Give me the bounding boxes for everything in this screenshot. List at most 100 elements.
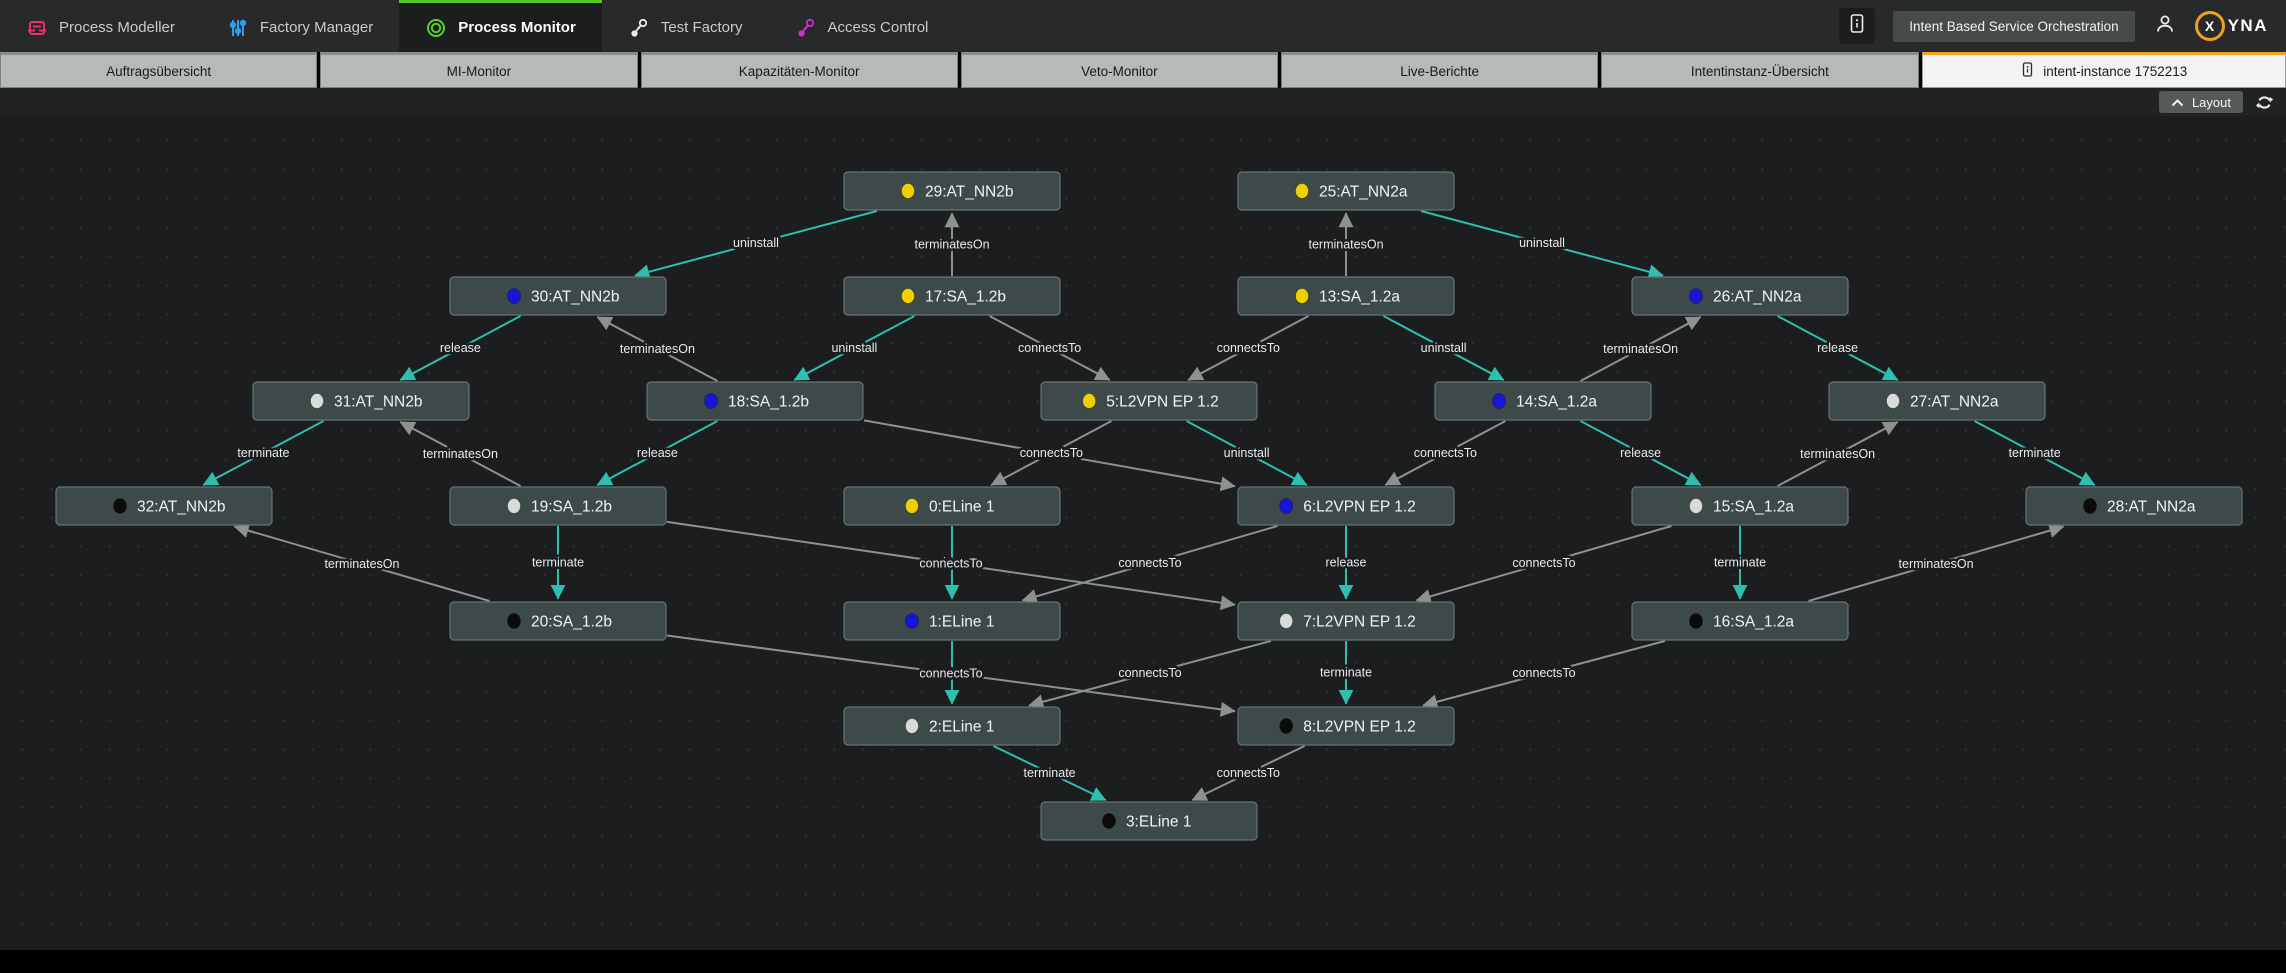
node-label: 18:SA_1.2b — [728, 394, 809, 411]
graph-node-3[interactable]: 3:ELine 1 — [1041, 802, 1257, 840]
graph-node-16[interactable]: 16:SA_1.2a — [1632, 602, 1848, 640]
nav-item-process-modeller[interactable]: Process Modeller — [0, 0, 201, 52]
graph-node-29[interactable]: 29:AT_NN2b — [844, 172, 1060, 210]
status-dot-yellow — [905, 499, 918, 514]
monitor-tab-bar: Auftragsübersicht MI-Monitor Kapazitäten… — [0, 52, 2286, 88]
graph-node-31[interactable]: 31:AT_NN2b — [253, 382, 469, 420]
graph-node-27[interactable]: 27:AT_NN2a — [1829, 382, 2045, 420]
graph-edge-label: release — [1326, 556, 1367, 570]
graph-node-32[interactable]: 32:AT_NN2b — [56, 487, 272, 525]
graph-toolbar: Layout — [0, 88, 2286, 116]
status-dot-gray — [1690, 499, 1703, 514]
person-icon — [2153, 12, 2177, 41]
status-dot-blue — [508, 289, 521, 304]
node-layer: 29:AT_NN2b 25:AT_NN2a 30:AT_NN2b 17:SA_1.2b… — [56, 172, 2242, 840]
graph-edge-label: uninstall — [1224, 446, 1270, 460]
graph-node-0[interactable]: 0:ELine 1 — [844, 487, 1060, 525]
node-label: 14:SA_1.2a — [1516, 394, 1597, 411]
top-nav: Process Modeller Factory Manager Process… — [0, 0, 2286, 52]
graph-edge-label: release — [637, 446, 678, 460]
graph-node-6[interactable]: 6:L2VPN EP 1.2 — [1238, 487, 1454, 525]
nav-item-label: Access Control — [828, 19, 929, 36]
graph-node-20[interactable]: 20:SA_1.2b — [450, 602, 666, 640]
node-label: 32:AT_NN2b — [137, 499, 225, 516]
node-label: 1:ELine 1 — [929, 614, 995, 631]
graph-edge-label: terminatesOn — [620, 342, 695, 356]
status-dot-yellow — [902, 184, 915, 199]
tab-label: Auftragsübersicht — [106, 64, 211, 79]
tab-kapazitaeten-monitor[interactable]: Kapazitäten-Monitor — [641, 52, 958, 88]
graph-edge-label: terminate — [1024, 766, 1076, 780]
tab-auftragsuebersicht[interactable]: Auftragsübersicht — [0, 52, 317, 88]
status-dot-black — [114, 499, 127, 514]
graph-edge-label: terminatesOn — [1308, 238, 1383, 252]
graph-edge-label: connectsTo — [919, 556, 982, 570]
app-switcher-button[interactable]: Intent Based Service Orchestration — [1893, 11, 2134, 42]
graph-edge-label: uninstall — [1421, 341, 1467, 355]
tab-label: Veto-Monitor — [1081, 64, 1158, 79]
info-panel-button[interactable] — [1839, 8, 1875, 44]
graph-edge-label: connectsTo — [1512, 666, 1575, 680]
graph-node-1[interactable]: 1:ELine 1 — [844, 602, 1060, 640]
tab-veto-monitor[interactable]: Veto-Monitor — [961, 52, 1278, 88]
graph-node-2[interactable]: 2:ELine 1 — [844, 707, 1060, 745]
nav-item-factory-manager[interactable]: Factory Manager — [201, 0, 399, 52]
graph-edge-label: terminatesOn — [1800, 447, 1875, 461]
graph-node-13[interactable]: 13:SA_1.2a — [1238, 277, 1454, 315]
graph-node-15[interactable]: 15:SA_1.2a — [1632, 487, 1848, 525]
node-label: 3:ELine 1 — [1126, 814, 1192, 831]
graph-edge-label: terminatesOn — [1899, 557, 1974, 571]
graph-node-30[interactable]: 30:AT_NN2b — [450, 277, 666, 315]
graph-canvas[interactable]: 29:AT_NN2b 25:AT_NN2a 30:AT_NN2b 17:SA_1.2b… — [0, 116, 2286, 950]
tab-mi-monitor[interactable]: MI-Monitor — [320, 52, 637, 88]
node-label: 0:ELine 1 — [929, 499, 995, 516]
graph-edge-label: terminate — [237, 446, 289, 460]
graph-edge-label: connectsTo — [1414, 446, 1477, 460]
tab-intent-instance[interactable]: intent-instance 1752213 — [1922, 52, 2286, 88]
layout-button[interactable]: Layout — [2159, 91, 2243, 113]
graph-node-25[interactable]: 25:AT_NN2a — [1238, 172, 1454, 210]
graph-node-19[interactable]: 19:SA_1.2b — [450, 487, 666, 525]
node-label: 19:SA_1.2b — [531, 499, 612, 516]
tab-live-berichte[interactable]: Live-Berichte — [1281, 52, 1598, 88]
graph-node-8[interactable]: 8:L2VPN EP 1.2 — [1238, 707, 1454, 745]
node-label: 16:SA_1.2a — [1713, 614, 1794, 631]
status-dot-blue — [905, 614, 918, 629]
status-dot-yellow — [1083, 394, 1096, 409]
graph-node-5[interactable]: 5:L2VPN EP 1.2 — [1041, 382, 1257, 420]
graph-node-28[interactable]: 28:AT_NN2a — [2026, 487, 2242, 525]
status-dot-blue — [1690, 289, 1703, 304]
xyna-logo-text: YNA — [2228, 16, 2268, 36]
graph-node-26[interactable]: 26:AT_NN2a — [1632, 277, 1848, 315]
graph-edge-label: terminatesOn — [914, 238, 989, 252]
nav-item-access-control[interactable]: Access Control — [769, 0, 955, 52]
status-dot-black — [1102, 814, 1115, 829]
user-account-button[interactable] — [2153, 12, 2177, 41]
status-dot-black — [1690, 614, 1703, 629]
nav-item-test-factory[interactable]: Test Factory — [602, 0, 769, 52]
refresh-icon[interactable] — [2255, 93, 2274, 112]
graph-edge-label: terminate — [2009, 446, 2061, 460]
status-dot-black — [1280, 719, 1293, 734]
node-label: 7:L2VPN EP 1.2 — [1303, 614, 1416, 631]
node-label: 20:SA_1.2b — [531, 614, 612, 631]
tab-label: Intentinstanz-Übersicht — [1691, 64, 1829, 79]
graph-node-17[interactable]: 17:SA_1.2b — [844, 277, 1060, 315]
graph-edge-label: uninstall — [1519, 236, 1565, 250]
graph-edge-label: terminatesOn — [423, 447, 498, 461]
process-modeller-icon — [26, 17, 48, 39]
node-label: 6:L2VPN EP 1.2 — [1303, 499, 1416, 516]
process-monitor-icon — [425, 17, 447, 39]
tab-intentinstanz-uebersicht[interactable]: Intentinstanz-Übersicht — [1601, 52, 1918, 88]
node-label: 31:AT_NN2b — [334, 394, 422, 411]
factory-manager-icon — [227, 17, 249, 39]
graph-node-7[interactable]: 7:L2VPN EP 1.2 — [1238, 602, 1454, 640]
status-dot-yellow — [1296, 289, 1309, 304]
graph-node-18[interactable]: 18:SA_1.2b — [647, 382, 863, 420]
nav-item-process-monitor[interactable]: Process Monitor — [399, 0, 602, 52]
graph-edge-label: release — [1620, 446, 1661, 460]
status-dot-gray — [1887, 394, 1900, 409]
status-dot-black — [508, 614, 521, 629]
chevron-up-icon — [2171, 95, 2184, 110]
graph-node-14[interactable]: 14:SA_1.2a — [1435, 382, 1651, 420]
